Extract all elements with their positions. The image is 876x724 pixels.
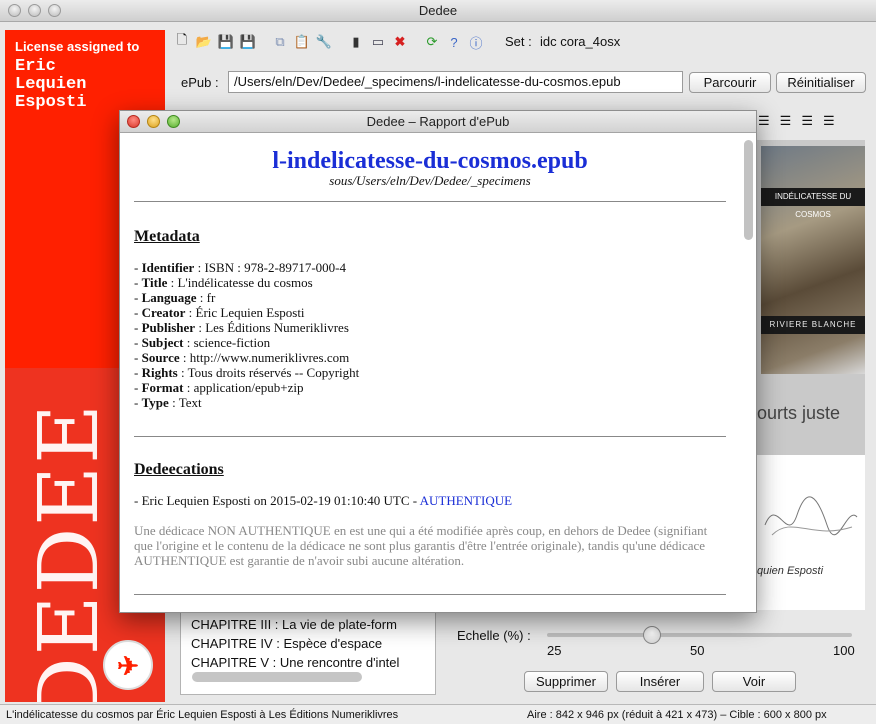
metadata-row: - Language : fr — [134, 290, 216, 305]
alignment-toolbar: ☰ ☰ ☰ ☰ — [758, 113, 835, 129]
metadata-list: - Identifier : ISBN : 978-2-89717-000-4 … — [134, 260, 726, 410]
dialog-scrollbar-thumb[interactable] — [744, 140, 753, 240]
signature-area — [757, 455, 865, 610]
delete-icon[interactable]: ✖ — [390, 32, 410, 52]
paste-icon[interactable]: 📋 — [292, 32, 312, 52]
insert-button[interactable]: Insérer — [616, 671, 704, 692]
view-button[interactable]: Voir — [712, 671, 796, 692]
scale-slider-knob[interactable] — [643, 626, 661, 644]
divider — [134, 436, 726, 437]
list-item[interactable]: CHAPITRE IV : Espèce d'espace — [191, 634, 425, 653]
metadata-row: - Creator : Éric Lequien Esposti — [134, 305, 305, 320]
dialog-scrollbar[interactable] — [744, 138, 753, 608]
metadata-row: - Rights : Tous droits réservés -- Copyr… — [134, 365, 360, 380]
indent-right-icon[interactable]: ☰ — [823, 113, 835, 129]
scale-label: Echelle (%) : — [457, 628, 531, 643]
set-value: idc cora_4osx — [540, 34, 621, 49]
scale-tick-min: 25 — [547, 643, 562, 658]
report-doc-title: l-indelicatesse-du-cosmos.epub — [272, 148, 588, 174]
metadata-row: - Title : L'indélicatesse du cosmos — [134, 275, 313, 290]
metadata-row: - Subject : science-fiction — [134, 335, 271, 350]
cover-caption: ourts juste — [757, 403, 841, 423]
signature-name: quien Esposti — [757, 565, 824, 577]
chapter-list[interactable]: CHAPITRE III : La vie de plate-form CHAP… — [180, 610, 436, 695]
scale-tick-mid: 50 — [690, 643, 705, 658]
window-titlebar: Dedee — [0, 0, 876, 22]
divider — [134, 594, 726, 595]
metadata-row: - Source : http://www.numeriklivres.com — [134, 350, 350, 365]
dedication-status-badge: AUTHENTIQUE — [419, 493, 513, 508]
brand-vertical-text: DEDEE — [22, 401, 118, 702]
scale-slider-track[interactable] — [547, 633, 852, 637]
divider — [134, 201, 726, 202]
epub-path-field[interactable]: /Users/eln/Dev/Dedee/_specimens/l-indeli… — [228, 71, 683, 93]
dialog-close-button[interactable] — [127, 115, 140, 128]
refresh-icon[interactable]: ⟳ — [422, 32, 442, 52]
dedee-logo-icon: ✈ — [103, 640, 153, 690]
signature-icon — [764, 496, 858, 536]
new-file-icon[interactable]: 🗋 — [172, 32, 192, 52]
window-icon[interactable]: ▭ — [368, 32, 388, 52]
set-label: Set : — [505, 34, 532, 49]
status-bar: L'indélicatesse du cosmos par Éric Lequi… — [0, 704, 876, 724]
dedication-text: - Eric Lequien Esposti on 2015-02-19 01:… — [134, 493, 420, 508]
cover-title-band: INDÉLICATESSE DU COSMOS — [761, 188, 865, 219]
main-toolbar: 🗋 📂 💾 💾 ⧉ 📋 🔧 ▮ ▭ ✖ ⟳ ? ⓘ — [172, 30, 486, 54]
scale-tick-max: 100 — [833, 643, 855, 658]
align-justify-icon[interactable]: ☰ — [758, 113, 770, 129]
license-name-line-1: Eric — [15, 57, 56, 76]
indent-left-icon[interactable]: ☰ — [801, 113, 813, 129]
dialog-window-controls — [127, 115, 180, 128]
chapter-list-scrollbar[interactable] — [192, 672, 362, 682]
dialog-titlebar: Dedee – Rapport d'ePub — [120, 111, 756, 133]
browse-button[interactable]: Parcourir — [689, 72, 771, 93]
cover-artwork — [761, 146, 865, 374]
dedication-entry: - Eric Lequien Esposti on 2015-02-19 01:… — [134, 493, 726, 509]
dialog-zoom-button[interactable] — [167, 115, 180, 128]
metadata-heading: Metadata — [134, 228, 200, 245]
list-item[interactable]: CHAPITRE V : Une rencontre d'intel — [191, 653, 425, 672]
report-doc-subtitle: sous/Users/eln/Dev/Dedee/_specimens — [329, 173, 531, 188]
delete-button[interactable]: Supprimer — [524, 671, 608, 692]
license-name-line-3: Esposti — [15, 93, 87, 112]
dedications-heading: Dedeecations — [134, 461, 224, 478]
license-label: License assigned to — [15, 39, 140, 54]
open-folder-icon[interactable]: 📂 — [194, 32, 214, 52]
status-text-right: Aire : 842 x 946 px (réduit à 421 x 473)… — [527, 709, 827, 721]
close-window-button[interactable] — [8, 4, 21, 17]
align-right-icon[interactable]: ☰ — [780, 113, 792, 129]
save-icon[interactable]: 💾 — [216, 32, 236, 52]
minimize-window-button[interactable] — [28, 4, 41, 17]
zoom-window-button[interactable] — [48, 4, 61, 17]
save-all-icon[interactable]: 💾 — [238, 32, 258, 52]
window-controls — [8, 4, 61, 17]
wrench-icon[interactable]: 🔧 — [314, 32, 334, 52]
metadata-row: - Type : Text — [134, 395, 202, 410]
cover-collection-band: RIVIERE BLANCHE — [761, 316, 865, 334]
license-name: Eric Lequien Esposti — [15, 58, 86, 112]
book-icon[interactable]: ▮ — [346, 32, 366, 52]
metadata-row: - Publisher : Les Éditions Numeriklivres — [134, 320, 349, 335]
license-name-line-2: Lequien — [15, 75, 87, 94]
report-content: l-indelicatesse-du-cosmos.epub sous/User… — [120, 134, 740, 612]
metadata-row: - Identifier : ISBN : 978-2-89717-000-4 — [134, 260, 346, 275]
epub-report-dialog: Dedee – Rapport d'ePub l-indelicatesse-d… — [119, 110, 757, 613]
dedication-note: Une dédicace NON AUTHENTIQUE en est une … — [134, 523, 708, 568]
epub-label: ePub : — [181, 75, 219, 90]
list-item[interactable]: CHAPITRE III : La vie de plate-form — [191, 615, 425, 634]
window-title: Dedee — [418, 3, 458, 18]
help-icon[interactable]: ? — [444, 32, 464, 52]
info-icon[interactable]: ⓘ — [466, 32, 486, 52]
reset-button[interactable]: Réinitialiser — [776, 72, 866, 93]
dialog-minimize-button[interactable] — [147, 115, 160, 128]
dialog-title: Dedee – Rapport d'ePub — [366, 114, 510, 129]
status-text-left: L'indélicatesse du cosmos par Éric Lequi… — [6, 709, 399, 721]
metadata-row: - Format : application/epub+zip — [134, 380, 304, 395]
copy-icon[interactable]: ⧉ — [270, 32, 290, 52]
